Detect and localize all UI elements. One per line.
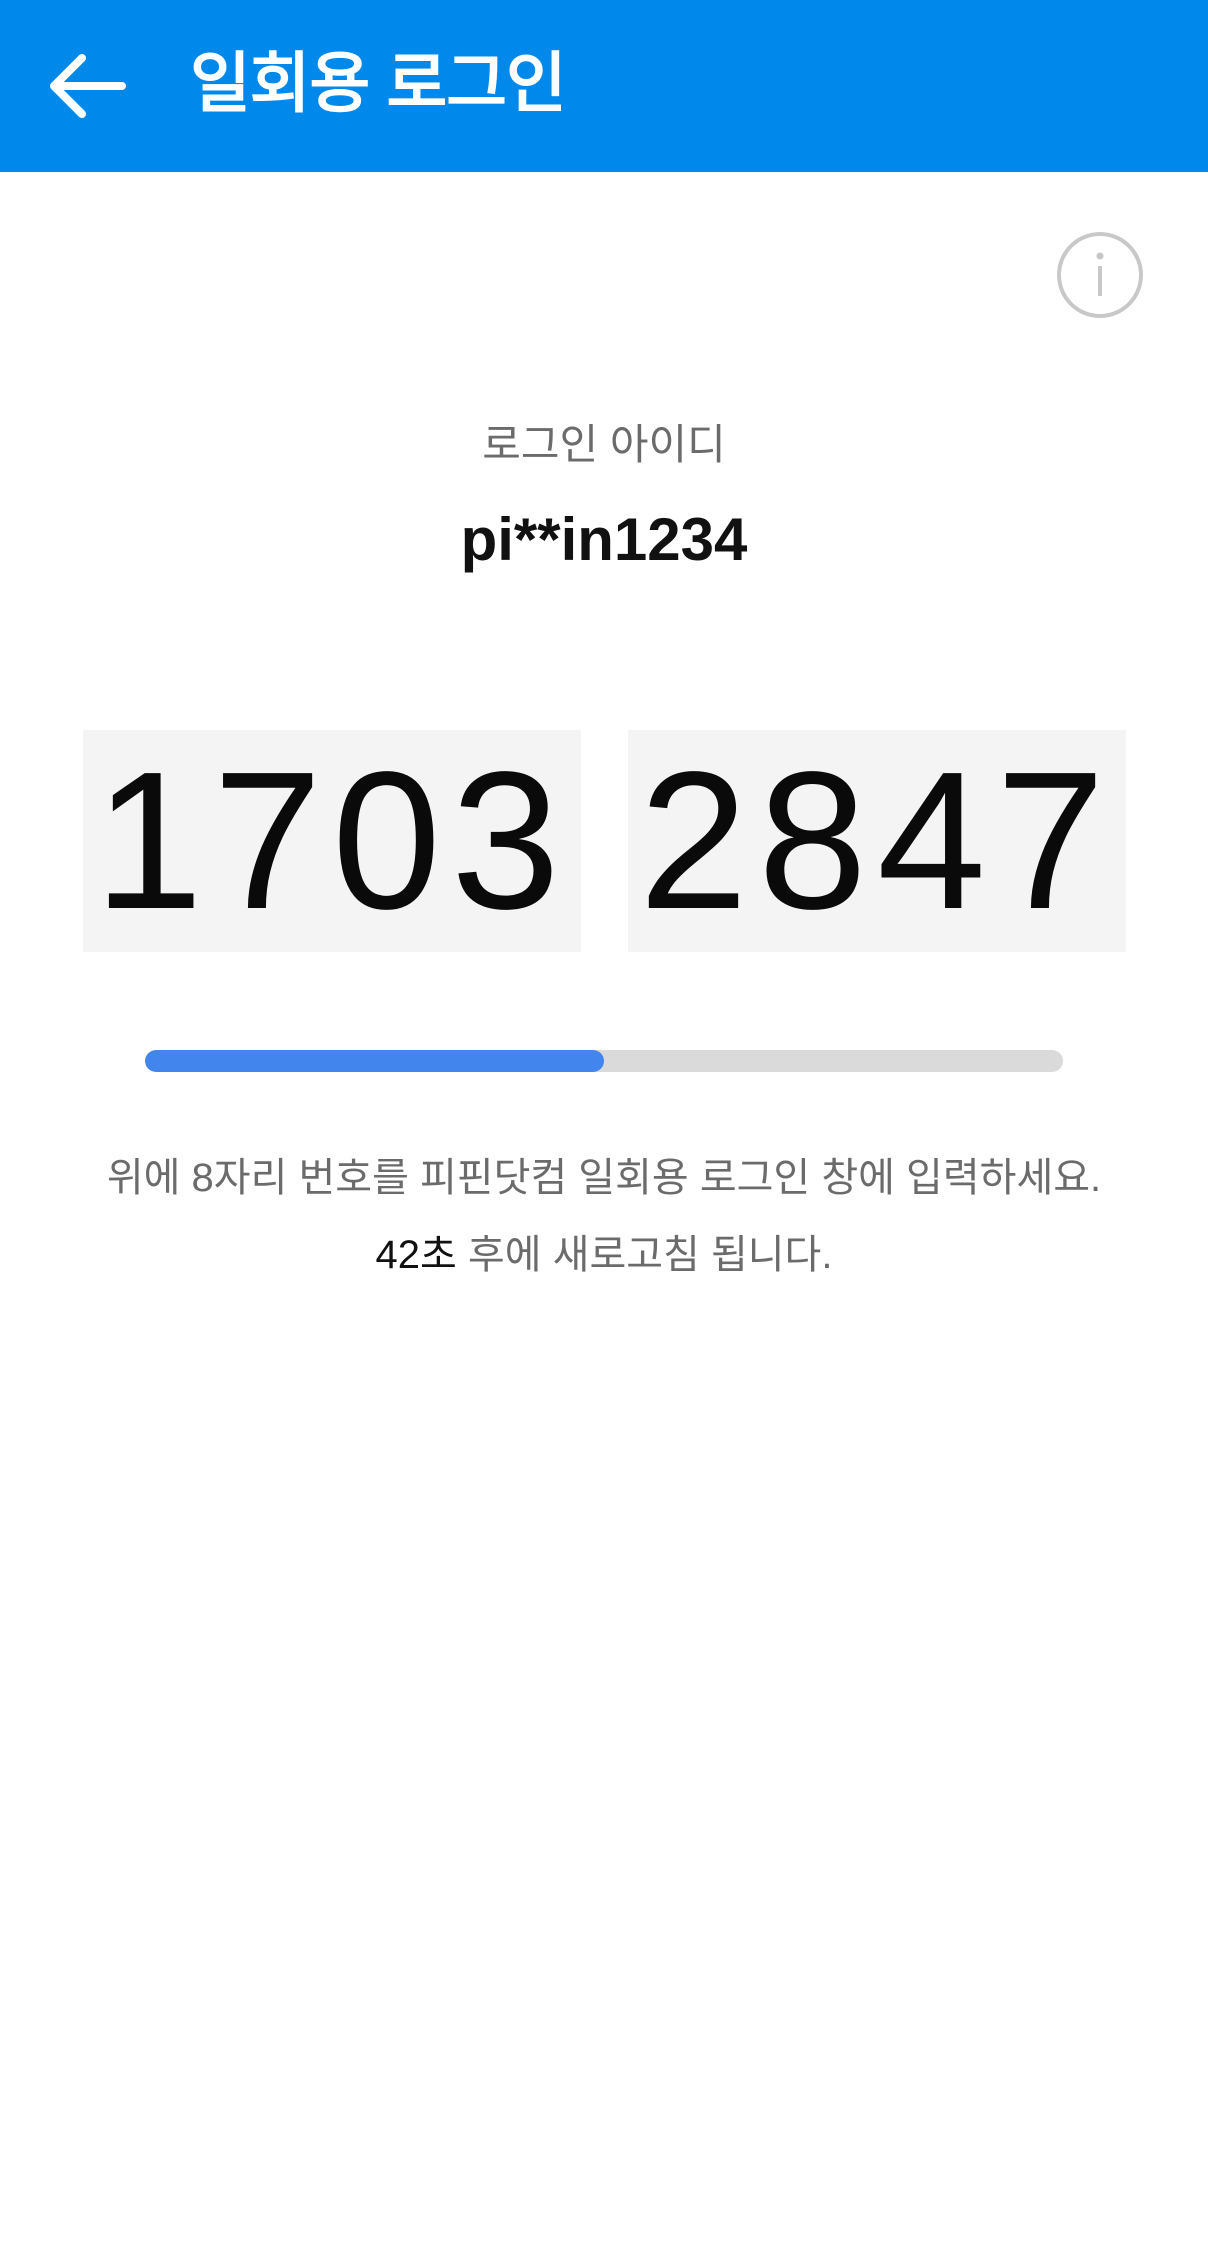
back-button[interactable] (30, 36, 142, 136)
instruction-text: 위에 8자리 번호를 피핀닷컴 일회용 로그인 창에 입력하세요. (106, 1156, 1102, 1200)
code-block-first: 1703 (83, 730, 581, 952)
login-id-label: 로그인 아이디 (482, 421, 726, 468)
app-bar: 일회용 로그인 (0, 0, 1208, 172)
login-id-value: pi**in1234 (460, 506, 748, 573)
code-digits-second: 2847 (638, 731, 1116, 950)
countdown-progress-bar (145, 1050, 1063, 1072)
code-block-second: 2847 (628, 730, 1126, 952)
refresh-notice: 42초 후에 새로고침 됩니다. (0, 1225, 1208, 1285)
code-digits-first: 1703 (93, 731, 571, 950)
info-button[interactable] (1056, 231, 1144, 319)
refresh-suffix: 후에 새로고침 됩니다. (456, 1233, 833, 1277)
page-title: 일회용 로그인 (190, 46, 567, 120)
info-icon (1057, 232, 1143, 318)
refresh-countdown: 42초 (375, 1233, 457, 1277)
countdown-progress-fill (145, 1050, 604, 1072)
arrow-left-icon (50, 54, 126, 118)
